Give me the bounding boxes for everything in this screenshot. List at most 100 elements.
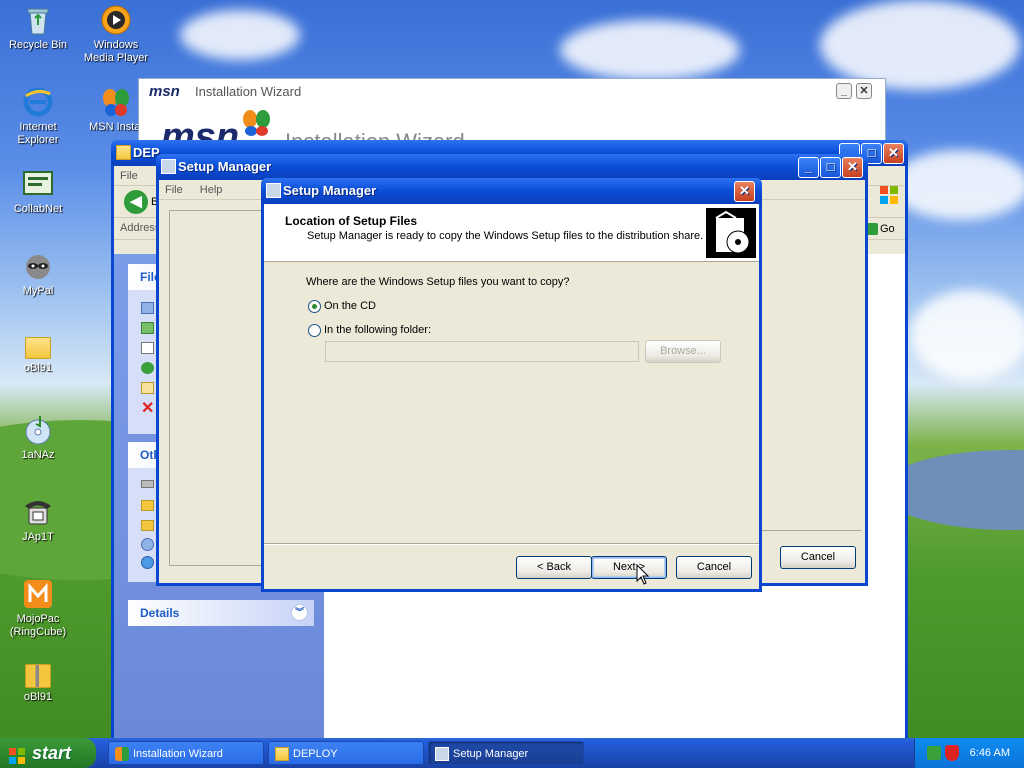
radio-following-folder[interactable] <box>308 324 321 337</box>
desktop-icon-label: Recycle Bin <box>8 39 68 51</box>
place-icon <box>141 480 154 488</box>
dialog-title-bar[interactable]: Setup Manager ✕ <box>261 178 762 204</box>
chevron-down-icon[interactable]: ︾ <box>291 604 308 621</box>
telephone-icon <box>22 496 54 528</box>
msn-logo-small: msn <box>149 83 180 100</box>
setup-manager-icon <box>161 159 176 174</box>
desktop-icon-phone[interactable]: JAp1T <box>2 496 74 544</box>
setup-manager-dialog[interactable]: Setup Manager ✕ Location of Setup Files … <box>261 178 762 592</box>
windows-logo-icon <box>878 184 900 209</box>
media-player-icon <box>100 4 132 36</box>
close-button[interactable]: ✕ <box>883 143 904 164</box>
close-button[interactable]: ✕ <box>734 181 755 202</box>
radio-on-the-cd[interactable] <box>308 300 321 313</box>
desktop-icon-label: CollabNet <box>13 203 63 215</box>
setup-manager-title-bar[interactable]: Setup Manager _ □ ✕ <box>156 154 868 180</box>
close-button[interactable]: ✕ <box>856 83 872 99</box>
dialog-title: Setup Manager <box>283 183 377 198</box>
browse-button[interactable]: Browse... <box>645 340 721 363</box>
desktop-icon-label: MojoPac (RingCube) <box>9 613 67 638</box>
go-button[interactable]: Go <box>866 220 902 238</box>
maximize-button[interactable]: □ <box>820 157 841 178</box>
desktop-icon-windows-media-player[interactable]: Windows Media Player <box>80 4 152 65</box>
desktop-icon-zip-folder[interactable]: oBl91 <box>2 660 74 704</box>
network-icon[interactable] <box>927 746 941 760</box>
task-icon <box>141 322 154 334</box>
radio-following-folder-label[interactable]: In the following folder: <box>324 324 431 336</box>
folder-icon <box>275 747 289 761</box>
collabnet-icon <box>22 168 54 200</box>
folder-path-input[interactable] <box>325 341 639 362</box>
go-label: Go <box>880 223 895 235</box>
desktop-icon-mypal[interactable]: MyPal <box>2 250 74 298</box>
desktop-icon-label: Internet Explorer <box>17 121 59 146</box>
place-icon <box>141 538 154 551</box>
recycle-bin-icon <box>22 4 54 36</box>
delete-x-icon: ✕ <box>141 400 155 417</box>
task-icon <box>141 382 154 394</box>
zip-folder-icon <box>25 664 51 688</box>
desktop-icon-label: Windows Media Player <box>83 39 149 64</box>
address-label: Address <box>120 222 161 234</box>
desktop-icon-label: MyPal <box>22 285 54 297</box>
menu-file[interactable]: File <box>120 170 138 182</box>
mouse-cursor-icon <box>636 563 650 589</box>
dialog-header-title: Location of Setup Files <box>285 214 418 228</box>
msn-butterfly-icon <box>100 86 132 118</box>
media-file-icon <box>22 414 54 446</box>
task-icon <box>141 362 154 374</box>
system-tray: 6:46 AM <box>914 738 1024 768</box>
taskbar-item-deploy[interactable]: DEPLOY <box>268 741 424 765</box>
security-shield-icon[interactable] <box>945 745 959 761</box>
setup-manager-title: Setup Manager <box>178 159 272 174</box>
setup-manager-icon <box>266 183 281 198</box>
msn-window-title: Installation Wizard <box>195 84 302 99</box>
menu-file[interactable]: File <box>165 184 183 196</box>
windows-flag-icon <box>8 744 26 764</box>
minimize-button[interactable]: _ <box>798 157 819 178</box>
desktop-icon-internet-explorer[interactable]: Internet Explorer <box>2 86 74 147</box>
desktop-icon-folder[interactable]: oBl91 <box>2 332 74 375</box>
task-icon <box>141 302 154 314</box>
msn-butterfly-icon <box>241 109 273 140</box>
next-button[interactable]: Next > <box>591 556 667 579</box>
desktop-icon-collabnet[interactable]: CollabNet <box>2 168 74 216</box>
desktop-icon-label: JAp1T <box>22 531 54 543</box>
back-button[interactable]: < Back <box>516 556 592 579</box>
desktop-icon-mojopac[interactable]: MojoPac (RingCube) <box>2 578 74 639</box>
details-panel-header[interactable]: Details ︾ <box>128 600 314 626</box>
mojopac-icon <box>22 578 54 610</box>
setup-manager-left-pane <box>169 210 265 566</box>
dialog-footer-divider <box>264 543 759 544</box>
msn-title-bar[interactable]: msn Installation Wizard _ ✕ <box>139 79 885 103</box>
taskbar-item-label: Installation Wizard <box>133 748 223 760</box>
radio-on-the-cd-label[interactable]: On the CD <box>324 300 376 312</box>
question-label: Where are the Windows Setup files you wa… <box>306 276 570 288</box>
desktop-icon-recycle-bin[interactable]: Recycle Bin <box>2 4 74 52</box>
dialog-header-subtitle: Setup Manager is ready to copy the Windo… <box>307 230 704 242</box>
start-button[interactable]: start <box>0 738 96 768</box>
minimize-button[interactable]: _ <box>836 83 852 99</box>
desktop-icon-label: 1aNAz <box>21 449 55 461</box>
taskbar-item-label: DEPLOY <box>293 748 338 760</box>
desktop-icon-label: oBl91 <box>23 691 53 703</box>
close-button[interactable]: ✕ <box>842 157 863 178</box>
menu-help[interactable]: Help <box>200 184 223 196</box>
dialog-header: Location of Setup Files Setup Manager is… <box>264 204 759 262</box>
taskbar-item-setup-manager[interactable]: Setup Manager <box>428 741 584 765</box>
details-title: Details <box>140 606 180 620</box>
desktop-icon-media-file[interactable]: 1aNAz <box>2 414 74 462</box>
internet-explorer-icon <box>22 86 54 118</box>
place-icon <box>141 556 154 569</box>
raccoon-icon <box>22 250 54 282</box>
desktop-icon-label: oBl91 <box>23 362 53 374</box>
taskbar-item-label: Setup Manager <box>453 748 529 760</box>
cancel-button[interactable]: Cancel <box>676 556 752 579</box>
taskbar-item-installation-wizard[interactable]: Installation Wizard <box>108 741 264 765</box>
back-arrow-icon[interactable]: ◀ <box>124 190 148 214</box>
taskbar: start Installation Wizard DEPLOY Setup M… <box>0 738 1024 768</box>
msn-butterfly-icon <box>115 747 129 761</box>
place-icon <box>141 500 154 511</box>
setup-manager-cancel-button[interactable]: Cancel <box>780 546 856 569</box>
clock: 6:46 AM <box>969 747 1010 759</box>
